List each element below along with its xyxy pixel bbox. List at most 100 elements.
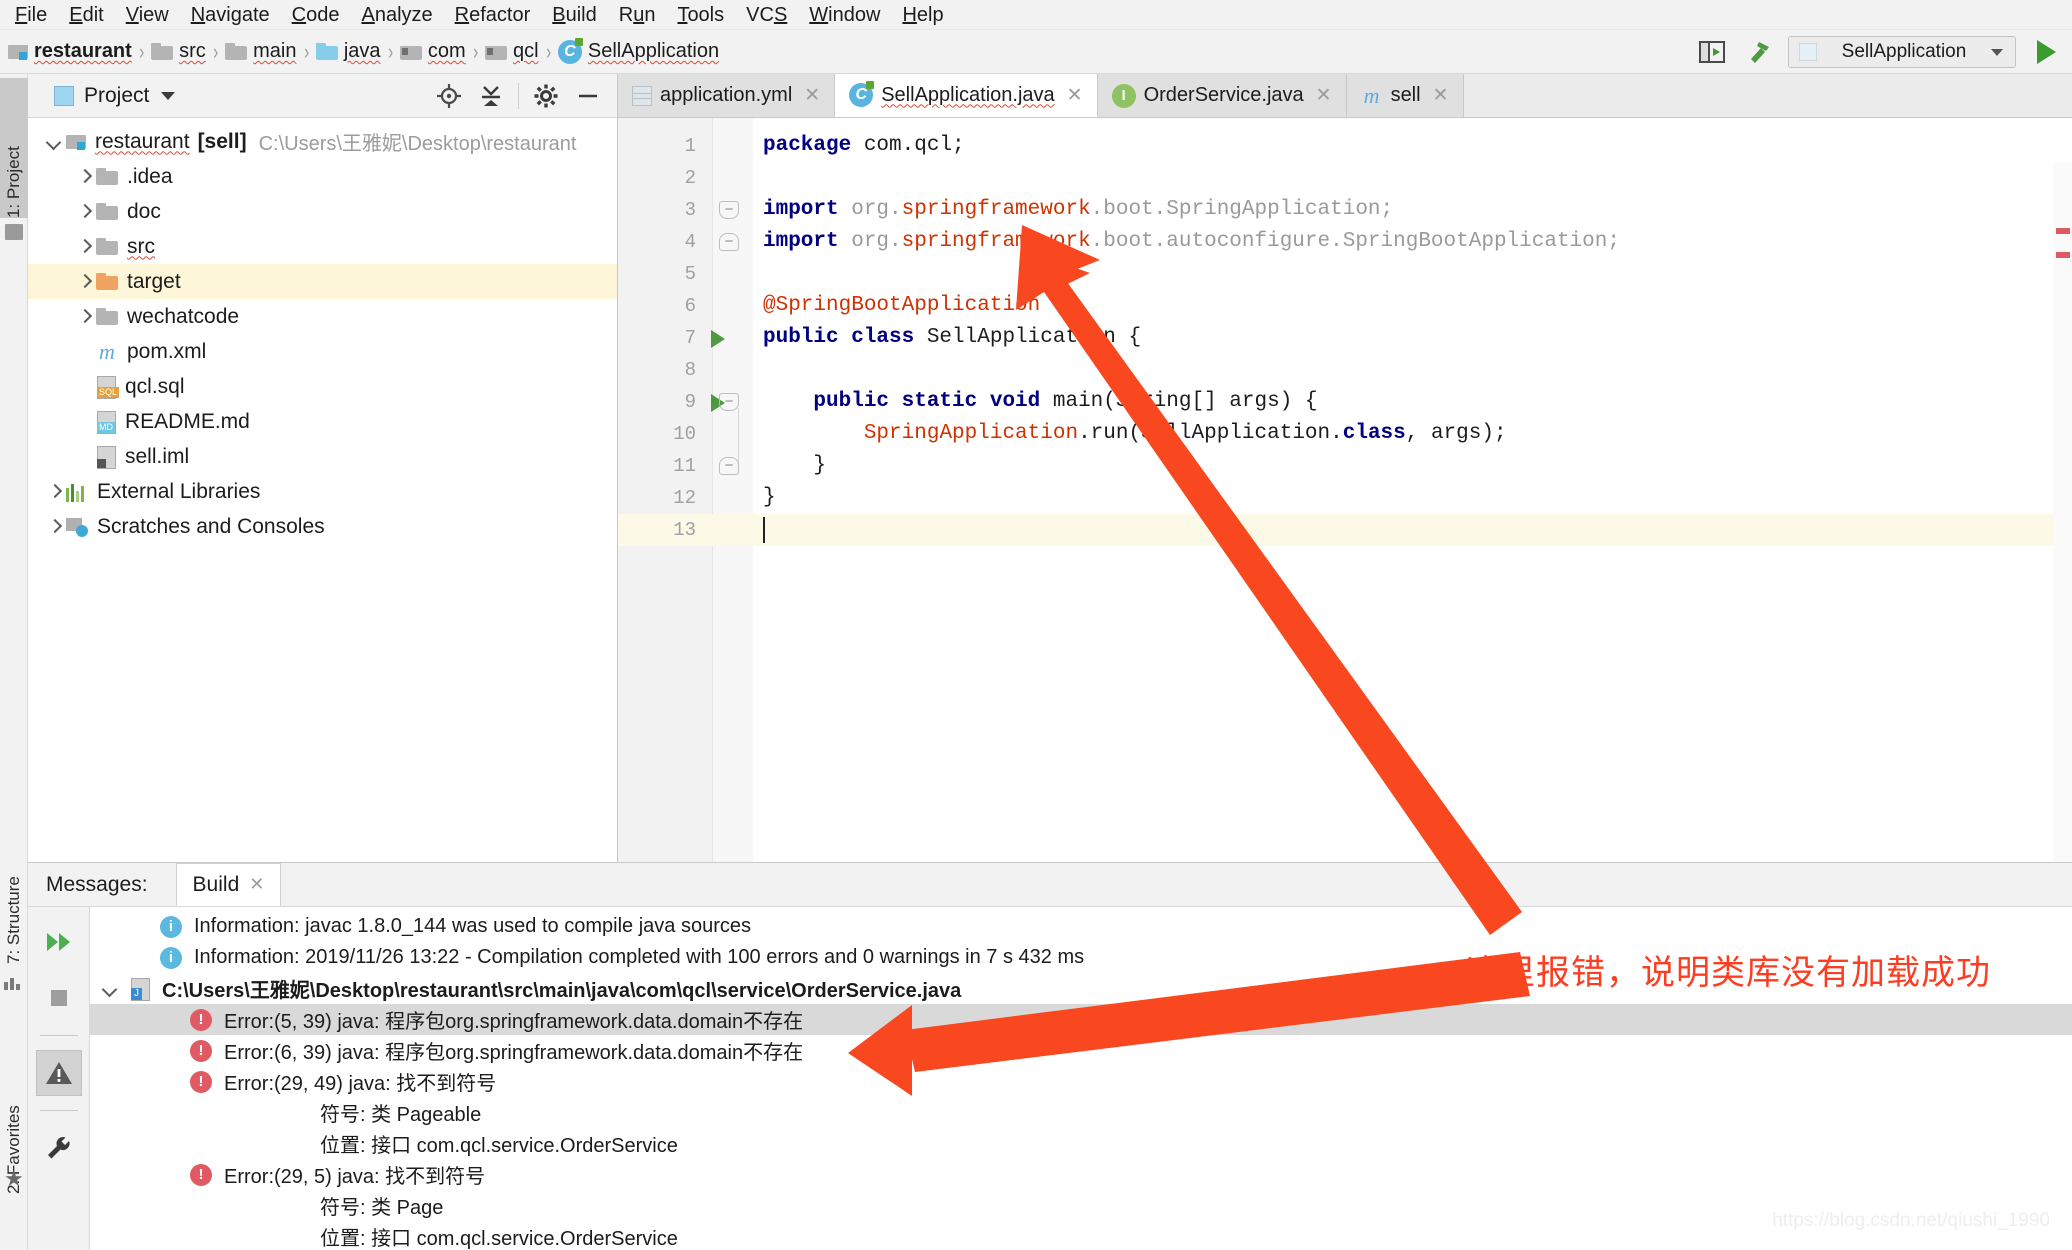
build-message-row[interactable]: i Information: javac 1.8.0_144 was used t…: [90, 911, 2072, 942]
editor-tab-label: SellApplication.java: [881, 83, 1055, 106]
error-stripe[interactable]: [2056, 228, 2070, 234]
menu-item-window[interactable]: Window: [798, 1, 891, 29]
close-icon[interactable]: ✕: [1067, 84, 1083, 107]
menu-item-edit[interactable]: Edit: [58, 1, 114, 29]
breadcrumb-item-qcl[interactable]: qcl: [484, 30, 539, 74]
breadcrumb-item-restaurant[interactable]: restaurant: [8, 30, 132, 74]
code-line[interactable]: 9 − public static void main(String[] args…: [618, 386, 2072, 418]
build-message-row[interactable]: ! Error:(5, 39) java: 程序包org.springframew…: [90, 1004, 2072, 1035]
code-line[interactable]: 1 package com.qcl;: [618, 130, 2072, 162]
locate-target-icon[interactable]: [430, 77, 468, 115]
editor-tab-sell[interactable]: m sell ✕: [1346, 74, 1464, 117]
toggle-warnings-icon[interactable]: [35, 1050, 82, 1096]
sidebar-item-web[interactable]: Web: [0, 1214, 28, 1250]
tree-node-target[interactable]: target: [28, 264, 617, 299]
menu-item-vcs[interactable]: VCS: [735, 1, 798, 29]
code-line[interactable]: 7 public class SellApplication {: [618, 322, 2072, 354]
menu-item-code[interactable]: Code: [281, 1, 351, 29]
tree-node-external-libraries[interactable]: External Libraries: [28, 474, 617, 509]
build-message-row[interactable]: ! Error:(29, 5) java: 找不到符号: [90, 1159, 2072, 1190]
fold-open-icon[interactable]: −: [719, 393, 739, 411]
code-text: public class SellApplication {: [763, 326, 1142, 349]
build-hammer-icon[interactable]: [1742, 37, 1774, 67]
breadcrumb-item-java[interactable]: java: [315, 30, 381, 74]
menu-item-view[interactable]: View: [115, 1, 180, 29]
code-line[interactable]: 10 SpringApplication.run(SellApplication…: [618, 418, 2072, 450]
tree-node-src[interactable]: src: [28, 229, 617, 264]
chevron-right-icon[interactable]: [74, 201, 96, 223]
tree-node-doc[interactable]: doc: [28, 194, 617, 229]
menu-item-help[interactable]: Help: [891, 1, 954, 29]
code-line[interactable]: 12}: [618, 482, 2072, 514]
code-line[interactable]: 6 @SpringBootApplication: [618, 290, 2072, 322]
tree-node--idea[interactable]: .idea: [28, 159, 617, 194]
menu-item-navigate[interactable]: Navigate: [180, 1, 281, 29]
menu-item-analyze[interactable]: Analyze: [350, 1, 443, 29]
close-icon[interactable]: ✕: [249, 874, 264, 895]
chevron-right-icon[interactable]: [44, 481, 66, 503]
sidebar-item-structure[interactable]: 7: Structure: [0, 794, 28, 964]
run-configuration-selector[interactable]: SellApplication: [1788, 36, 2016, 68]
fold-close-icon[interactable]: −: [719, 233, 739, 251]
run-gutter-icon[interactable]: [711, 330, 725, 348]
chevron-right-icon[interactable]: [74, 236, 96, 258]
menu-item-refactor[interactable]: Refactor: [444, 1, 542, 29]
java-interface-icon: I: [1111, 83, 1136, 108]
chevron-right-icon[interactable]: [74, 271, 96, 293]
breadcrumb-item-main[interactable]: main: [225, 30, 297, 74]
collapse-all-icon[interactable]: [472, 77, 510, 115]
editor-tab-sellapplication-java[interactable]: C SellApplication.java ✕: [835, 74, 1098, 117]
tree-node-readme-md[interactable]: MD README.md: [28, 404, 617, 439]
code-line[interactable]: 13: [618, 514, 2072, 546]
chevron-right-icon[interactable]: [74, 306, 96, 328]
close-icon[interactable]: ✕: [804, 84, 820, 107]
build-message-row[interactable]: 位置: 接口 com.qcl.service.OrderService: [90, 1128, 2072, 1159]
stop-icon[interactable]: [36, 975, 82, 1021]
error-stripe[interactable]: [2056, 252, 2070, 258]
chevron-down-icon[interactable]: [100, 977, 124, 1001]
chevron-right-icon[interactable]: [74, 166, 96, 188]
chevron-down-icon[interactable]: [161, 91, 176, 100]
fold-close-icon[interactable]: −: [719, 457, 739, 475]
chevron-down-icon[interactable]: [1991, 48, 2003, 56]
project-structure-icon[interactable]: [1696, 37, 1728, 67]
code-editor[interactable]: 1 package com.qcl; 2 3 − import org.springfra…: [618, 118, 2072, 862]
tree-node-sell-iml[interactable]: sell.iml: [28, 439, 617, 474]
code-line[interactable]: 5: [618, 258, 2072, 290]
build-message-row[interactable]: ! Error:(6, 39) java: 程序包org.springframew…: [90, 1035, 2072, 1066]
menu-item-tools[interactable]: Tools: [666, 1, 735, 29]
chevron-right-icon[interactable]: [44, 516, 66, 538]
sidebar-item-project[interactable]: 1: Project: [0, 78, 28, 218]
code-line[interactable]: 8: [618, 354, 2072, 386]
rerun-icon[interactable]: [36, 919, 82, 965]
close-icon[interactable]: ✕: [1433, 84, 1449, 107]
minimize-icon[interactable]: [569, 77, 607, 115]
chevron-down-icon[interactable]: [44, 131, 66, 153]
tree-node-pom-xml[interactable]: m pom.xml: [28, 334, 617, 369]
code-line[interactable]: 4 − import org.springframework.boot.autoco…: [618, 226, 2072, 258]
menu-item-run[interactable]: Run: [608, 1, 667, 29]
breadcrumb-item-com[interactable]: com: [399, 30, 466, 74]
menu-item-build[interactable]: Build: [541, 1, 607, 29]
fold-open-icon[interactable]: −: [719, 201, 739, 219]
tab-build[interactable]: Build ✕: [175, 863, 282, 906]
tree-node-wechatcode[interactable]: wechatcode: [28, 299, 617, 334]
build-message-row[interactable]: 符号: 类 Pageable: [90, 1097, 2072, 1128]
tree-node-qcl-sql[interactable]: SQL qcl.sql: [28, 369, 617, 404]
code-line[interactable]: 11 − }: [618, 450, 2072, 482]
code-line[interactable]: 3 − import org.springframework.boot.Spring…: [618, 194, 2072, 226]
build-message-row[interactable]: ! Error:(29, 49) java: 找不到符号: [90, 1066, 2072, 1097]
editor-scroll-strip[interactable]: [2054, 162, 2072, 862]
code-line[interactable]: 2: [618, 162, 2072, 194]
tree-node-scratches-and-consoles[interactable]: Scratches and Consoles: [28, 509, 617, 544]
gear-icon[interactable]: [527, 77, 565, 115]
editor-tab-orderservice-java[interactable]: I OrderService.java ✕: [1097, 74, 1347, 117]
menu-item-file[interactable]: File: [4, 1, 58, 29]
editor-tab-application-yml[interactable]: application.yml ✕: [618, 74, 836, 117]
breadcrumb-item-sellapplication[interactable]: C SellApplication: [557, 30, 719, 74]
settings-wrench-icon[interactable]: [36, 1125, 82, 1171]
tree-node-restaurant[interactable]: restaurant [sell] C:\Users\王雅妮\Desktop\res…: [28, 124, 617, 159]
run-button-icon[interactable]: [2030, 37, 2062, 67]
close-icon[interactable]: ✕: [1316, 84, 1332, 107]
breadcrumb-item-src[interactable]: src: [151, 30, 206, 74]
